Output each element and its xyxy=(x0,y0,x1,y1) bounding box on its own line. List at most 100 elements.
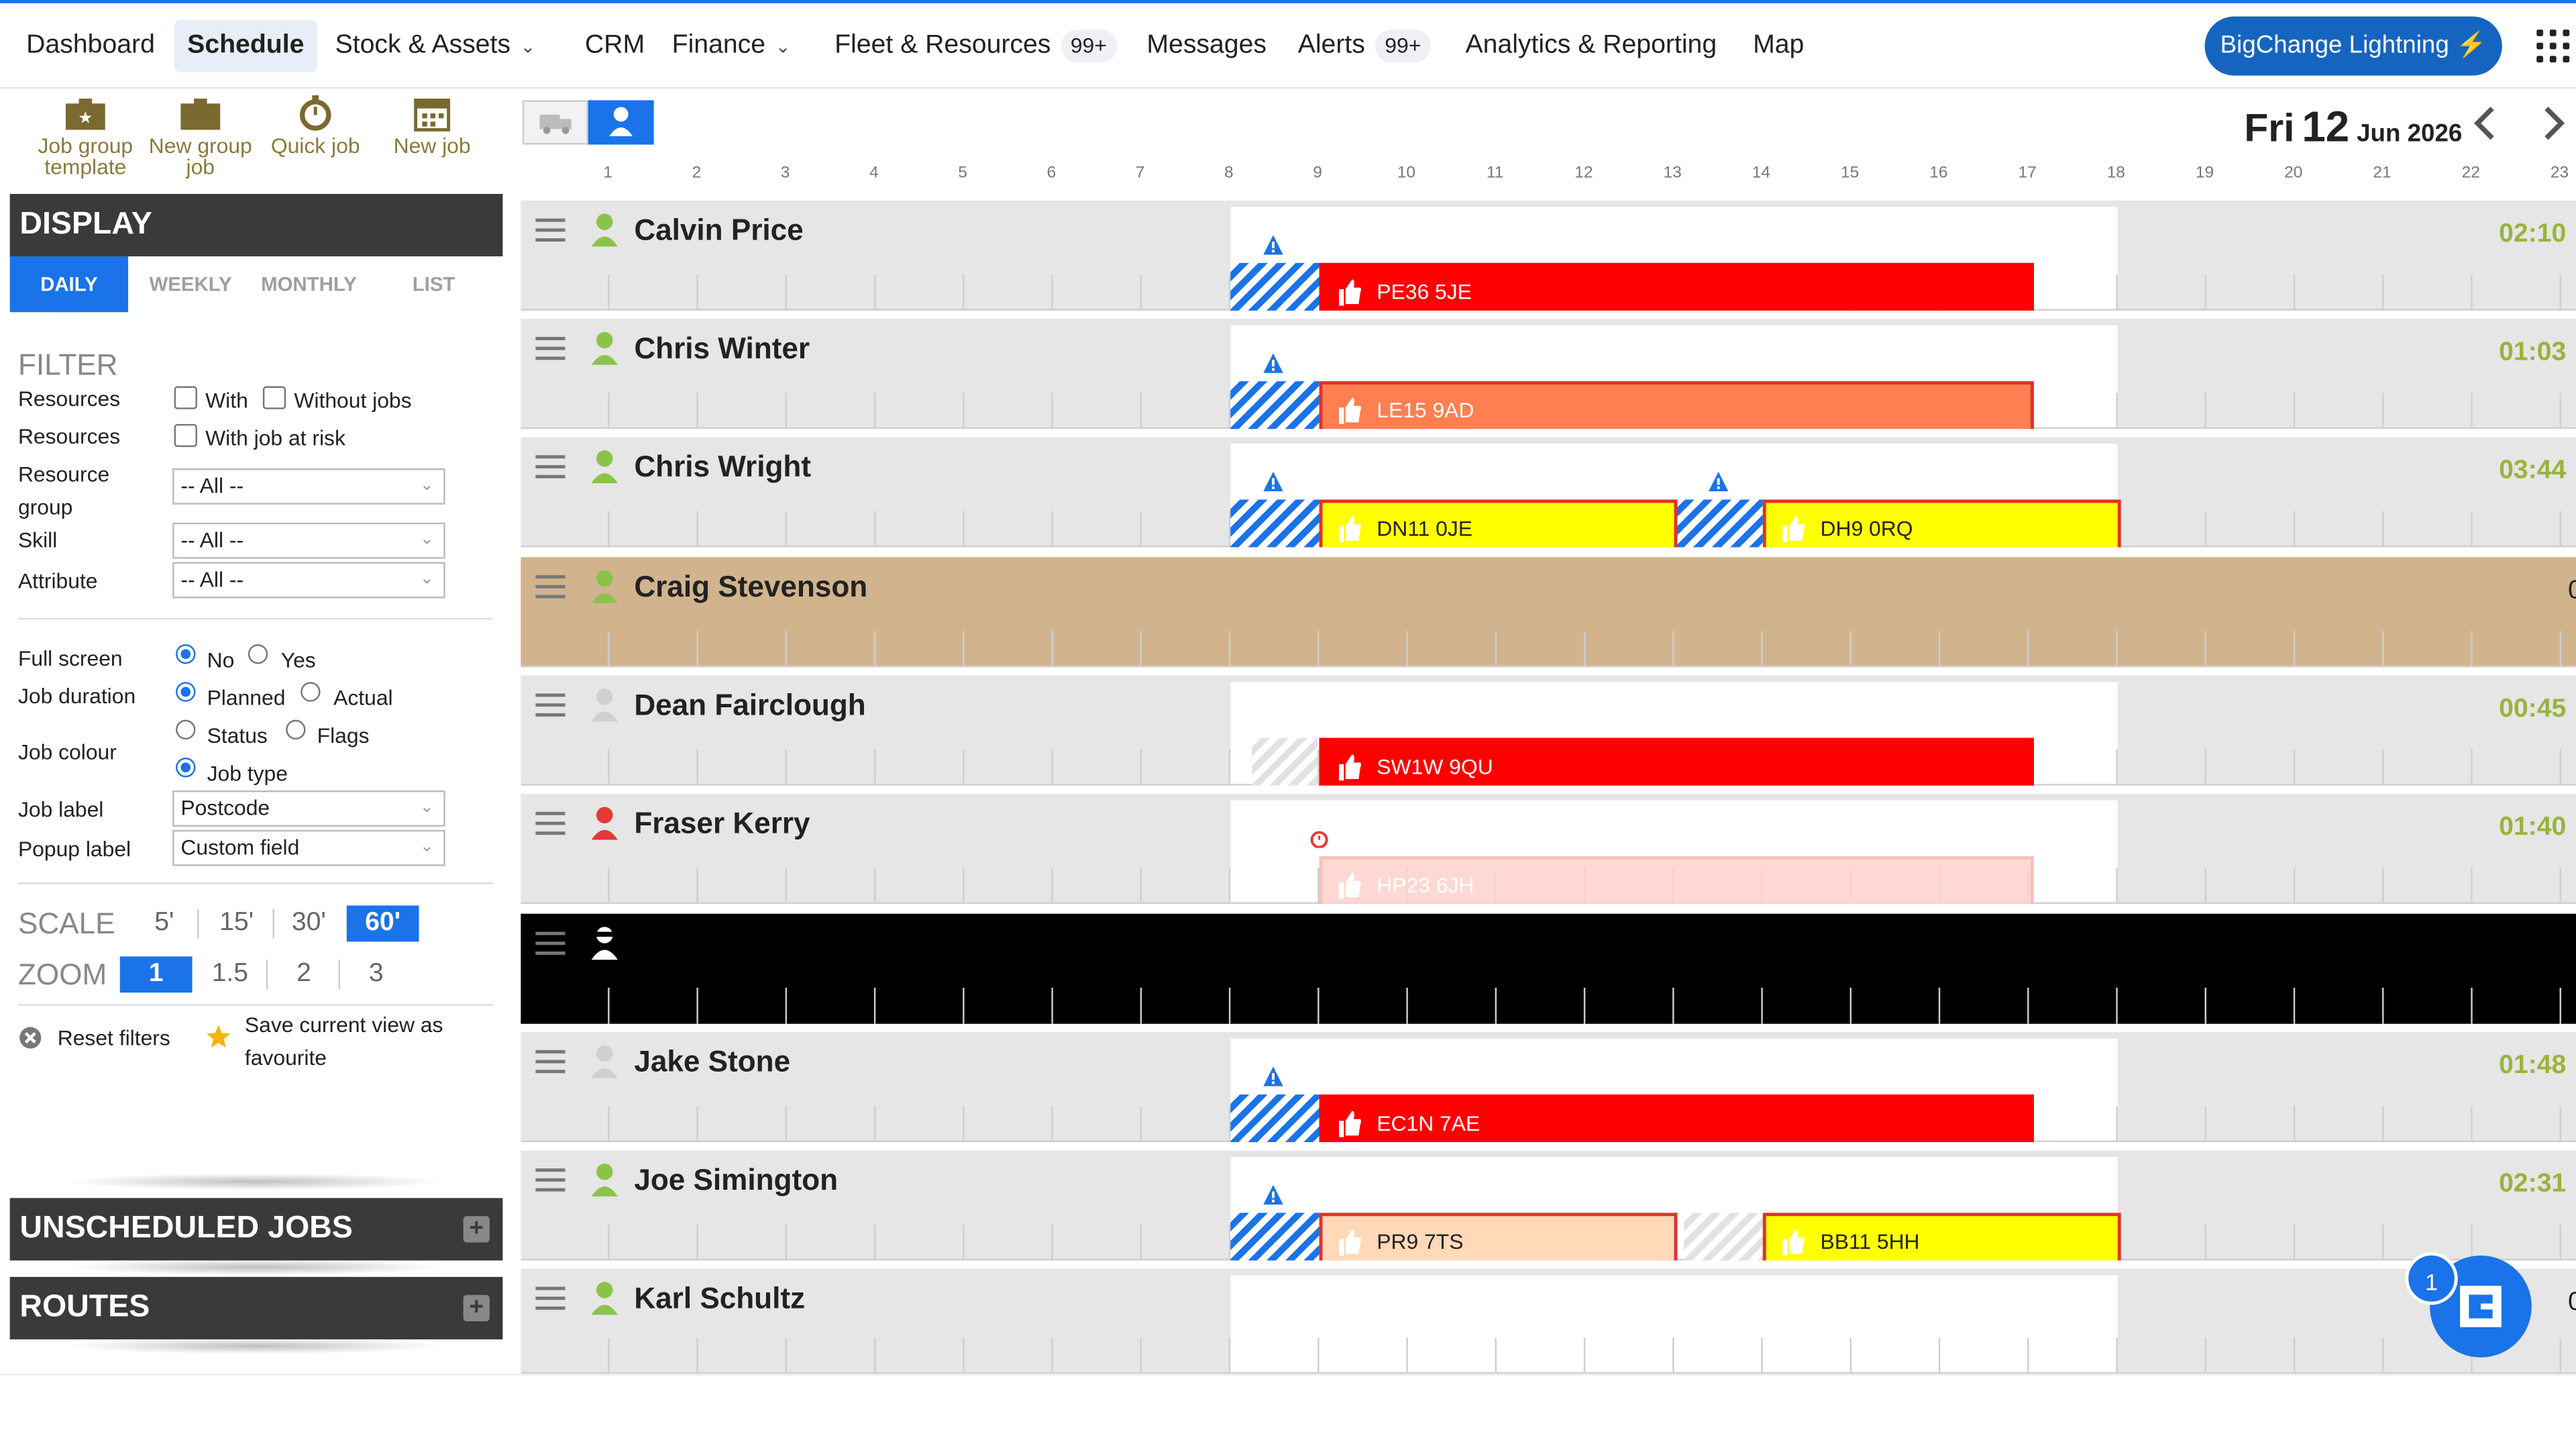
resource-name[interactable]: Karl Schultz xyxy=(634,1282,805,1316)
resource-view-toggle[interactable] xyxy=(588,100,654,145)
resource-name[interactable]: Fraser Kerry xyxy=(634,807,810,841)
zoom-1-5-button[interactable]: 1.5 xyxy=(201,956,260,992)
status-radio[interactable] xyxy=(176,719,196,740)
zoom-1-button[interactable]: 1 xyxy=(119,956,193,993)
warning-icon[interactable] xyxy=(1708,471,1729,492)
job-block[interactable]: DH9 0RQ xyxy=(1762,499,2121,548)
job-block[interactable]: LE15 9AD xyxy=(1319,381,2034,429)
new-job-button[interactable]: New job xyxy=(384,95,480,156)
job-block[interactable]: HP23 6JH xyxy=(1319,856,2034,904)
warning-icon[interactable] xyxy=(1263,353,1283,373)
resource-row[interactable]: Calvin Price 02:10 PE36 5JE xyxy=(521,200,2576,311)
row-menu-icon[interactable] xyxy=(535,1286,566,1310)
zoom-3-button[interactable]: 3 xyxy=(348,956,404,992)
nav-crm[interactable]: CRM xyxy=(572,19,657,72)
warning-icon[interactable] xyxy=(1263,235,1283,255)
full-screen-no-radio[interactable] xyxy=(176,644,196,664)
actual-radio[interactable] xyxy=(301,682,321,702)
thumbs-up-icon xyxy=(1338,1229,1361,1256)
nav-alerts[interactable]: Alerts 99+ xyxy=(1285,19,1444,72)
row-menu-icon[interactable] xyxy=(535,1050,566,1074)
nav-finance[interactable]: Finance ⌄ xyxy=(659,19,804,72)
row-menu-icon[interactable] xyxy=(535,811,566,835)
row-menu-icon[interactable] xyxy=(535,1168,566,1192)
job-label-select[interactable]: Postcode ⌄ xyxy=(172,790,445,827)
resource-name[interactable]: Dean Fairclough xyxy=(634,688,865,723)
job-block[interactable]: BB11 5HH xyxy=(1762,1213,2121,1261)
with-checkbox[interactable] xyxy=(174,386,197,409)
resource-name[interactable]: Chris Winter xyxy=(634,332,810,366)
nav-schedule[interactable]: Schedule xyxy=(174,19,318,72)
resource-row[interactable]: Craig Stevenson 0 xyxy=(521,557,2576,668)
scale-30-button[interactable]: 30' xyxy=(279,905,338,941)
job-block[interactable]: PR9 7TS xyxy=(1319,1213,1678,1261)
expand-plus-icon[interactable]: + xyxy=(463,1294,490,1321)
flags-radio[interactable] xyxy=(286,719,306,740)
job-block[interactable]: PE36 5JE xyxy=(1319,262,2034,311)
scale-15-button[interactable]: 15' xyxy=(207,905,266,941)
scale-60-button[interactable]: 60' xyxy=(346,905,419,942)
resource-name[interactable]: Craig Stevenson xyxy=(634,570,867,605)
resource-row[interactable]: Joe Simington 02:31 PR9 7TS BB11 5HH xyxy=(521,1150,2576,1261)
resource-row[interactable]: Chris Wright 03:44 DN11 0JE DH9 0RQ xyxy=(521,437,2576,548)
quick-job-button[interactable]: Quick job xyxy=(266,95,365,156)
reset-filters-button[interactable]: Reset filters xyxy=(18,1022,199,1055)
bigchange-lightning-button[interactable]: BigChange Lightning ⚡ xyxy=(2204,16,2502,76)
resource-row[interactable]: Jake Stone 01:48 EC1N 7AE xyxy=(521,1031,2576,1143)
row-menu-icon[interactable] xyxy=(535,455,566,478)
row-menu-icon[interactable] xyxy=(535,931,566,955)
resource-row[interactable]: Chris Winter 01:03 LE15 9AD xyxy=(521,319,2576,429)
row-menu-icon[interactable] xyxy=(535,337,566,360)
unscheduled-jobs-panel[interactable]: UNSCHEDULED JOBS + xyxy=(9,1198,503,1261)
row-menu-icon[interactable] xyxy=(535,575,566,599)
alarm-clock-icon[interactable] xyxy=(1309,828,1329,848)
job-type-radio[interactable] xyxy=(176,757,196,778)
thumbs-up-icon xyxy=(1338,1111,1361,1137)
job-block[interactable]: SW1W 9QU xyxy=(1319,737,2034,786)
warning-icon[interactable] xyxy=(1263,471,1283,492)
without-jobs-checkbox[interactable] xyxy=(262,386,286,409)
resource-row[interactable]: Dean Fairclough 00:45 SW1W 9QU xyxy=(521,675,2576,786)
save-view-favourite-button[interactable]: Save current view as favourite xyxy=(205,1009,484,1075)
resource-name[interactable]: Joe Simington xyxy=(634,1164,838,1198)
resource-name[interactable]: Calvin Price xyxy=(634,213,803,248)
vehicle-view-toggle[interactable] xyxy=(522,100,588,145)
tab-daily[interactable]: DAILY xyxy=(9,256,129,325)
resource-row[interactable]: Karl Schultz 0 xyxy=(521,1268,2576,1374)
attribute-select[interactable]: -- All -- ⌄ xyxy=(172,562,445,599)
resource-name[interactable]: Jake Stone xyxy=(634,1045,790,1080)
tab-monthly[interactable]: MONTHLY xyxy=(253,256,365,312)
row-menu-icon[interactable] xyxy=(535,693,566,717)
tab-list[interactable]: LIST xyxy=(365,256,503,312)
resource-group-select[interactable]: -- All -- ⌄ xyxy=(172,468,445,505)
warning-icon[interactable] xyxy=(1263,1184,1283,1205)
job-group-template-button[interactable]: ★ Job group template xyxy=(33,95,138,177)
new-group-job-button[interactable]: New group job xyxy=(145,95,257,177)
routes-panel[interactable]: ROUTES + xyxy=(9,1276,503,1339)
tab-weekly[interactable]: WEEKLY xyxy=(128,256,253,312)
expand-plus-icon[interactable]: + xyxy=(463,1215,490,1243)
row-menu-icon[interactable] xyxy=(535,218,566,242)
resource-row[interactable] xyxy=(521,913,2576,1024)
job-block[interactable]: DN11 0JE xyxy=(1319,499,1678,548)
zoom-2-button[interactable]: 2 xyxy=(276,956,331,992)
nav-analytics-reporting[interactable]: Analytics & Reporting xyxy=(1452,19,1730,72)
nav-map[interactable]: Map xyxy=(1739,19,1817,72)
scale-5-button[interactable]: 5' xyxy=(138,905,191,941)
nav-dashboard[interactable]: Dashboard xyxy=(13,19,168,72)
skill-select[interactable]: -- All -- ⌄ xyxy=(172,522,445,559)
prev-day-chevron-icon[interactable] xyxy=(2473,105,2496,142)
with-job-at-risk-checkbox[interactable] xyxy=(174,423,197,448)
app-grid-icon[interactable] xyxy=(2536,30,2570,63)
popup-label-select[interactable]: Custom field ⌄ xyxy=(172,829,445,866)
nav-messages[interactable]: Messages xyxy=(1134,19,1280,72)
nav-stock-assets[interactable]: Stock & Assets ⌄ xyxy=(322,19,549,72)
job-block[interactable]: EC1N 7AE xyxy=(1319,1094,2034,1143)
resource-row[interactable]: Fraser Kerry 01:40 HP23 6JH xyxy=(521,793,2576,904)
nav-fleet-resources[interactable]: Fleet & Resources 99+ xyxy=(822,19,1130,72)
warning-icon[interactable] xyxy=(1263,1066,1283,1086)
full-screen-yes-radio[interactable] xyxy=(248,644,268,664)
planned-radio[interactable] xyxy=(176,682,196,702)
next-day-chevron-icon[interactable] xyxy=(2543,105,2566,142)
resource-name[interactable]: Chris Wright xyxy=(634,450,811,484)
